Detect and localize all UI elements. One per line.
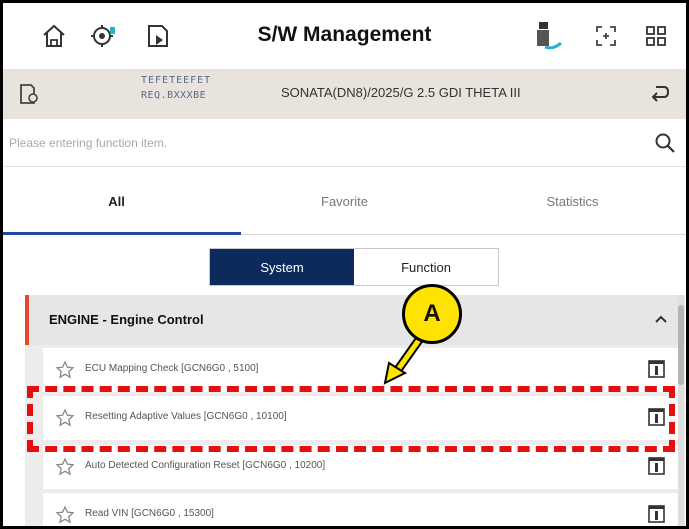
search-icon[interactable]: [654, 132, 676, 154]
section-header-engine[interactable]: ENGINE - Engine Control: [25, 295, 685, 345]
system-toggle-button[interactable]: System: [210, 249, 354, 285]
tab-all[interactable]: All: [3, 167, 230, 235]
star-icon[interactable]: [55, 360, 75, 380]
top-bar: S/W Management: [3, 3, 686, 69]
info-icon[interactable]: [648, 360, 665, 378]
star-icon[interactable]: [55, 457, 75, 477]
fullscreen-icon[interactable]: [589, 19, 623, 53]
view-mode-toggle: System Function: [209, 248, 499, 286]
star-icon[interactable]: [55, 505, 75, 525]
list-item-label: ECU Mapping Check [GCN6G0 , 5100]: [85, 363, 259, 374]
search-input[interactable]: [9, 131, 629, 155]
list-item-label: Read VIN [GCN6G0 , 15300]: [85, 508, 214, 519]
tab-favorite[interactable]: Favorite: [231, 167, 458, 235]
list-item-label: Auto Detected Configuration Reset [GCN6G…: [85, 460, 326, 471]
vehicle-description: SONATA(DN8)/2025/G 2.5 GDI THETA III: [281, 85, 521, 100]
function-toggle-button[interactable]: Function: [354, 249, 498, 285]
section-title: ENGINE - Engine Control: [49, 312, 204, 327]
info-icon[interactable]: [648, 505, 665, 523]
active-tab-indicator: [3, 232, 241, 235]
vehicle-info-bar: TEFETEEFET REQ.BXXXBE SONATA(DN8)/2025/G…: [3, 69, 686, 119]
tab-statistics[interactable]: Statistics: [459, 167, 686, 235]
search-bar: [3, 119, 686, 167]
return-icon[interactable]: [648, 82, 672, 106]
vehicle-meta-line2: REQ.BXXXBE: [141, 90, 207, 101]
highlight-box: [27, 386, 675, 452]
callout-label: A: [402, 284, 462, 344]
scrollbar-thumb[interactable]: [678, 305, 684, 385]
list-scrollbar[interactable]: [678, 295, 684, 526]
app-frame: S/W Management TEFETEEFET REQ.BXXXBE SON…: [0, 0, 689, 529]
vehicle-meta-line1: TEFETEEFET: [141, 75, 212, 86]
info-icon[interactable]: [648, 457, 665, 475]
grid-menu-icon[interactable]: [639, 19, 673, 53]
vci-status-icon[interactable]: [531, 19, 565, 53]
list-item[interactable]: Read VIN [GCN6G0 , 15300]: [43, 493, 679, 526]
tab-bar: All Favorite Statistics: [3, 167, 686, 235]
app-title: S/W Management: [257, 23, 432, 46]
chevron-up-icon[interactable]: [653, 311, 669, 327]
vehicle-settings-icon[interactable]: [17, 82, 41, 106]
vehicle-id-block: TEFETEEFET REQ.BXXXBE: [141, 75, 265, 113]
